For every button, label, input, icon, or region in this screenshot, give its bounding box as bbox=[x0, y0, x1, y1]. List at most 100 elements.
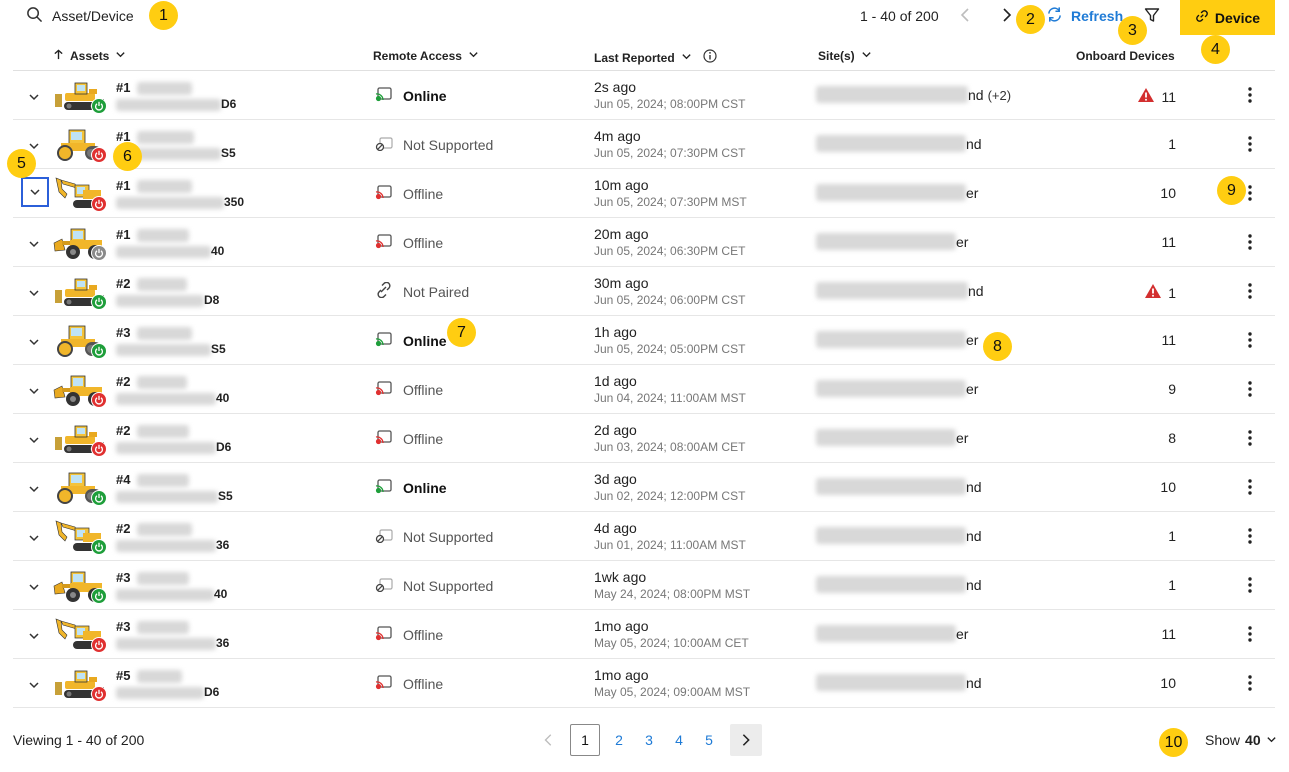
chevron-down-icon bbox=[115, 49, 126, 63]
power-status-icon bbox=[91, 245, 107, 261]
search-input[interactable] bbox=[52, 8, 152, 24]
asset-number[interactable]: #3 bbox=[116, 570, 130, 585]
table-row[interactable]: #3 S5 Online 1h ago Jun 05, 2024; 05:00PM CS… bbox=[13, 316, 1275, 365]
table-row[interactable]: #5 D6 Offline 1mo ago May 05, 2024; 09:00AM … bbox=[13, 659, 1275, 708]
expand-row-chevron-icon[interactable] bbox=[22, 526, 46, 550]
expand-row-chevron-icon[interactable] bbox=[22, 428, 46, 452]
expand-row-chevron-icon[interactable] bbox=[22, 232, 46, 256]
more-options-kebab-icon[interactable] bbox=[1242, 575, 1258, 595]
asset-number[interactable]: #2 bbox=[116, 276, 130, 291]
column-header-sites[interactable]: Site(s) bbox=[818, 49, 872, 63]
redacted-asset-id bbox=[137, 425, 189, 438]
asset-number[interactable]: #3 bbox=[116, 619, 130, 634]
search-box[interactable] bbox=[26, 6, 152, 26]
table-row[interactable]: #4 S5 Online 3d ago Jun 02, 2024; 12:00PM CS… bbox=[13, 463, 1275, 512]
expand-row-chevron-icon[interactable] bbox=[22, 85, 46, 109]
page-button[interactable]: 5 bbox=[694, 724, 724, 756]
redacted-asset-serial bbox=[116, 99, 221, 111]
site-suffix-text: er bbox=[966, 185, 979, 201]
onboard-devices-count: 1 bbox=[1168, 136, 1176, 152]
last-reported-relative: 1mo ago bbox=[594, 618, 649, 634]
onboard-devices-value: 10 bbox=[1160, 185, 1176, 201]
asset-number[interactable]: #2 bbox=[116, 521, 130, 536]
table-row[interactable]: #2 D6 Offline 2d ago Jun 03, 2024; 08:00AM C… bbox=[13, 414, 1275, 463]
asset-number[interactable]: #1 bbox=[116, 178, 130, 193]
expand-row-chevron-icon[interactable] bbox=[22, 330, 46, 354]
asset-model-suffix: S5 bbox=[211, 342, 226, 356]
chevron-right-icon[interactable] bbox=[999, 6, 1015, 24]
table-row[interactable]: #3 36 Offline 1mo ago May 05, 2024; 10:00AM … bbox=[13, 610, 1275, 659]
table-row[interactable]: #1 350 Offline 10m ago Jun 05, 2024; 07:30PM… bbox=[13, 169, 1275, 218]
table-row[interactable]: #1 S5 Not Supported 4m ago Jun 05, 2024; 07:… bbox=[13, 120, 1275, 169]
remote-access-label: Not Supported bbox=[403, 136, 494, 153]
asset-number[interactable]: #2 bbox=[116, 374, 130, 389]
table-row[interactable]: #1 D6 Online 2s ago Jun 05, 2024; 08:00PM CS… bbox=[13, 71, 1275, 120]
more-options-kebab-icon[interactable] bbox=[1242, 379, 1258, 399]
redacted-site-name bbox=[816, 233, 956, 250]
more-options-kebab-icon[interactable] bbox=[1242, 673, 1258, 693]
more-options-kebab-icon[interactable] bbox=[1242, 281, 1258, 301]
more-options-kebab-icon[interactable] bbox=[1242, 134, 1258, 154]
asset-model-suffix: 40 bbox=[214, 587, 228, 601]
last-reported-timestamp: Jun 05, 2024; 07:30PM MST bbox=[594, 195, 747, 209]
additional-sites-count[interactable]: (+2) bbox=[988, 88, 1011, 103]
expand-row-chevron-icon[interactable] bbox=[22, 379, 46, 403]
site-suffix-text: nd bbox=[966, 136, 982, 152]
redacted-asset-id bbox=[137, 131, 194, 144]
expand-row-chevron-icon[interactable] bbox=[21, 177, 49, 207]
page-button[interactable]: 4 bbox=[664, 724, 694, 756]
more-options-kebab-icon[interactable] bbox=[1242, 526, 1258, 546]
column-header-assets[interactable]: Assets bbox=[53, 49, 126, 63]
remote-access-status: Offline bbox=[375, 233, 443, 252]
asset-model-suffix: 40 bbox=[216, 391, 230, 405]
asset-number[interactable]: #2 bbox=[116, 423, 130, 438]
expand-row-chevron-icon[interactable] bbox=[22, 624, 46, 648]
table-row[interactable]: #3 40 Not Supported 1wk ago May 24, 2024; 08… bbox=[13, 561, 1275, 610]
asset-number[interactable]: #1 bbox=[116, 80, 130, 95]
expand-row-chevron-icon[interactable] bbox=[22, 575, 46, 599]
column-header-label: Last Reported bbox=[594, 50, 675, 65]
info-icon[interactable] bbox=[703, 49, 717, 66]
chevron-left-icon[interactable] bbox=[958, 6, 974, 24]
asset-model-suffix: D8 bbox=[204, 293, 220, 307]
column-header-remote-access[interactable]: Remote Access bbox=[373, 49, 479, 63]
page-button[interactable]: 3 bbox=[634, 724, 664, 756]
more-options-kebab-icon[interactable] bbox=[1242, 624, 1258, 644]
column-header-onboard-devices[interactable]: Onboard Devices bbox=[1076, 49, 1175, 63]
more-options-kebab-icon[interactable] bbox=[1242, 477, 1258, 497]
next-page-button[interactable] bbox=[730, 724, 762, 756]
remote-access-status: Online bbox=[375, 478, 447, 497]
page-size-select[interactable]: Show 40 bbox=[1205, 732, 1277, 748]
remote-access-status: Offline bbox=[375, 429, 443, 448]
table-row[interactable]: #2 D8 Not Paired 30m ago Jun 05, 2024; 06:00… bbox=[13, 267, 1275, 316]
site-name-suffix: nd bbox=[968, 283, 984, 299]
expand-row-chevron-icon[interactable] bbox=[22, 281, 46, 305]
expand-row-chevron-icon[interactable] bbox=[22, 673, 46, 697]
table-row[interactable]: #2 36 Not Supported 4d ago Jun 01, 2024; 11:… bbox=[13, 512, 1275, 561]
asset-number[interactable]: #3 bbox=[116, 325, 130, 340]
sort-up-arrow-icon bbox=[53, 49, 64, 63]
page-button-current[interactable]: 1 bbox=[570, 724, 600, 756]
column-header-last-reported[interactable]: Last Reported bbox=[594, 49, 717, 66]
more-options-kebab-icon[interactable] bbox=[1242, 428, 1258, 448]
table-row[interactable]: #2 40 Offline 1d ago Jun 04, 2024; 11:00AM M… bbox=[13, 365, 1275, 414]
expand-row-chevron-icon[interactable] bbox=[22, 477, 46, 501]
more-options-kebab-icon[interactable] bbox=[1242, 85, 1258, 105]
redacted-asset-id bbox=[137, 523, 192, 536]
chevron-left-icon[interactable] bbox=[538, 729, 560, 751]
last-reported-relative: 1mo ago bbox=[594, 667, 649, 683]
refresh-button[interactable]: Refresh bbox=[1046, 6, 1123, 26]
asset-number[interactable]: #1 bbox=[116, 227, 130, 242]
table-row[interactable]: #1 40 Offline 20m ago Jun 05, 2024; 06:30PM … bbox=[13, 218, 1275, 267]
remote-access-not-supported-icon bbox=[375, 576, 393, 595]
chevron-down-icon bbox=[681, 51, 692, 65]
asset-number[interactable]: #5 bbox=[116, 668, 130, 683]
last-reported-timestamp: Jun 05, 2024; 06:30PM CET bbox=[594, 244, 746, 258]
page-button[interactable]: 2 bbox=[604, 724, 634, 756]
filter-icon[interactable] bbox=[1143, 6, 1161, 24]
onboard-devices-count: 9 bbox=[1168, 381, 1176, 397]
more-options-kebab-icon[interactable] bbox=[1242, 330, 1258, 350]
asset-number[interactable]: #4 bbox=[116, 472, 130, 487]
add-device-button[interactable]: Device bbox=[1180, 0, 1275, 35]
more-options-kebab-icon[interactable] bbox=[1242, 232, 1258, 252]
